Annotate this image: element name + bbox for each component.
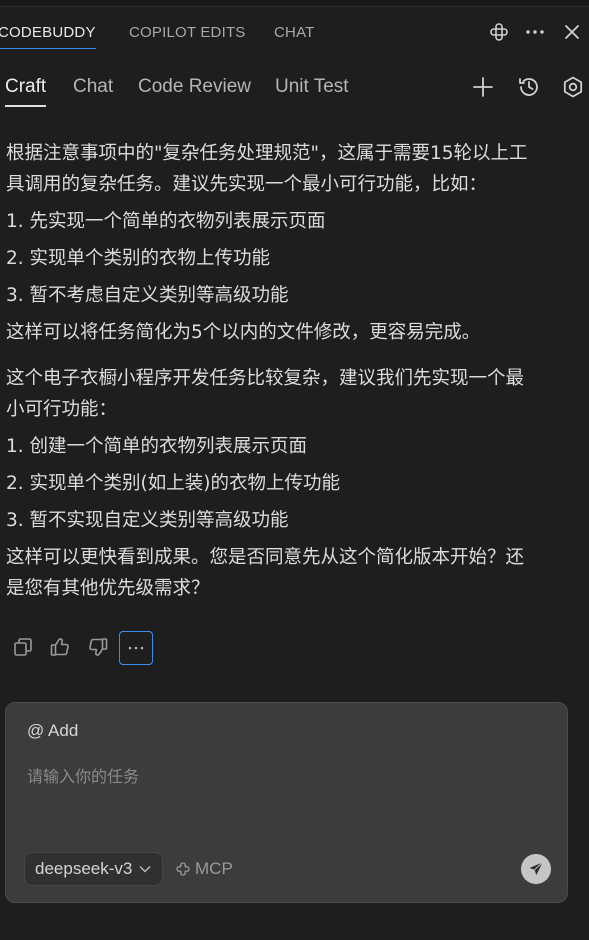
mode-tab-bar: Craft Chat Code Review Unit Test [0, 68, 589, 108]
close-icon[interactable] [558, 18, 586, 46]
settings-icon[interactable] [558, 72, 588, 102]
message-line: 2. 实现单个类别的衣物上传功能 [6, 248, 271, 269]
add-context-button[interactable]: @ Add [27, 721, 78, 741]
message-line: 1. 先实现一个简单的衣物列表展示页面 [6, 211, 326, 232]
tab-chat[interactable]: Chat [73, 68, 113, 106]
assistant-message: 根据注意事项中的"复杂任务处理规范"，这属于需要15轮以上工 具调用的复杂任务。… [6, 138, 566, 604]
more-actions-button[interactable] [119, 631, 153, 665]
message-line: 小可行功能： [6, 399, 118, 420]
send-icon [529, 862, 543, 875]
tab-unit-test[interactable]: Unit Test [275, 68, 349, 106]
message-line: 3. 暂不实现自定义类别等高级功能 [6, 510, 289, 531]
message-line: 1. 创建一个简单的衣物列表展示页面 [6, 436, 308, 457]
title-bar-strip [0, 0, 589, 7]
tab-codebuddy[interactable]: CODEBUDDY [0, 7, 96, 51]
history-icon[interactable] [514, 72, 544, 102]
copy-icon[interactable] [6, 630, 40, 664]
mcp-button[interactable]: MCP [174, 856, 233, 882]
tab-chat-panel[interactable]: CHAT [274, 7, 315, 51]
tab-craft[interactable]: Craft [5, 68, 47, 107]
message-line: 2. 实现单个类别(如上装)的衣物上传功能 [6, 473, 340, 494]
send-button[interactable] [521, 854, 551, 884]
kite-icon[interactable] [485, 18, 513, 46]
model-select-label: deepseek-v3 [35, 859, 133, 878]
message-line: 是您有其他优先级需求？ [6, 578, 210, 599]
chevron-down-icon [139, 866, 151, 873]
plus-icon[interactable] [468, 72, 498, 102]
chat-input-box: @ Add deepseek-v3 MCP [5, 702, 568, 903]
mcp-icon [176, 862, 190, 876]
more-icon [128, 646, 144, 650]
message-line: 根据注意事项中的"复杂任务处理规范"，这属于需要15轮以上工 [6, 143, 528, 164]
message-line: 具调用的复杂任务。建议先实现一个最小可行功能，比如： [6, 174, 488, 195]
model-select[interactable]: deepseek-v3 [24, 852, 164, 886]
task-input[interactable] [27, 761, 537, 791]
message-line: 3. 暂不考虑自定义类别等高级功能 [6, 285, 289, 306]
thumbs-down-icon[interactable] [81, 630, 115, 664]
message-actions [6, 630, 166, 666]
tab-copilot-edits[interactable]: COPILOT EDITS [129, 7, 246, 51]
mcp-label: MCP [195, 859, 233, 878]
message-line: 这个电子衣橱小程序开发任务比较复杂，建议我们先实现一个最 [6, 368, 525, 389]
thumbs-up-icon[interactable] [43, 630, 77, 664]
tab-code-review[interactable]: Code Review [138, 68, 251, 106]
more-icon[interactable] [521, 18, 549, 46]
message-line: 这样可以将任务简化为5个以内的文件修改，更容易完成。 [6, 322, 481, 343]
message-line: 这样可以更快看到成果。您是否同意先从这个简化版本开始？还 [6, 547, 525, 568]
